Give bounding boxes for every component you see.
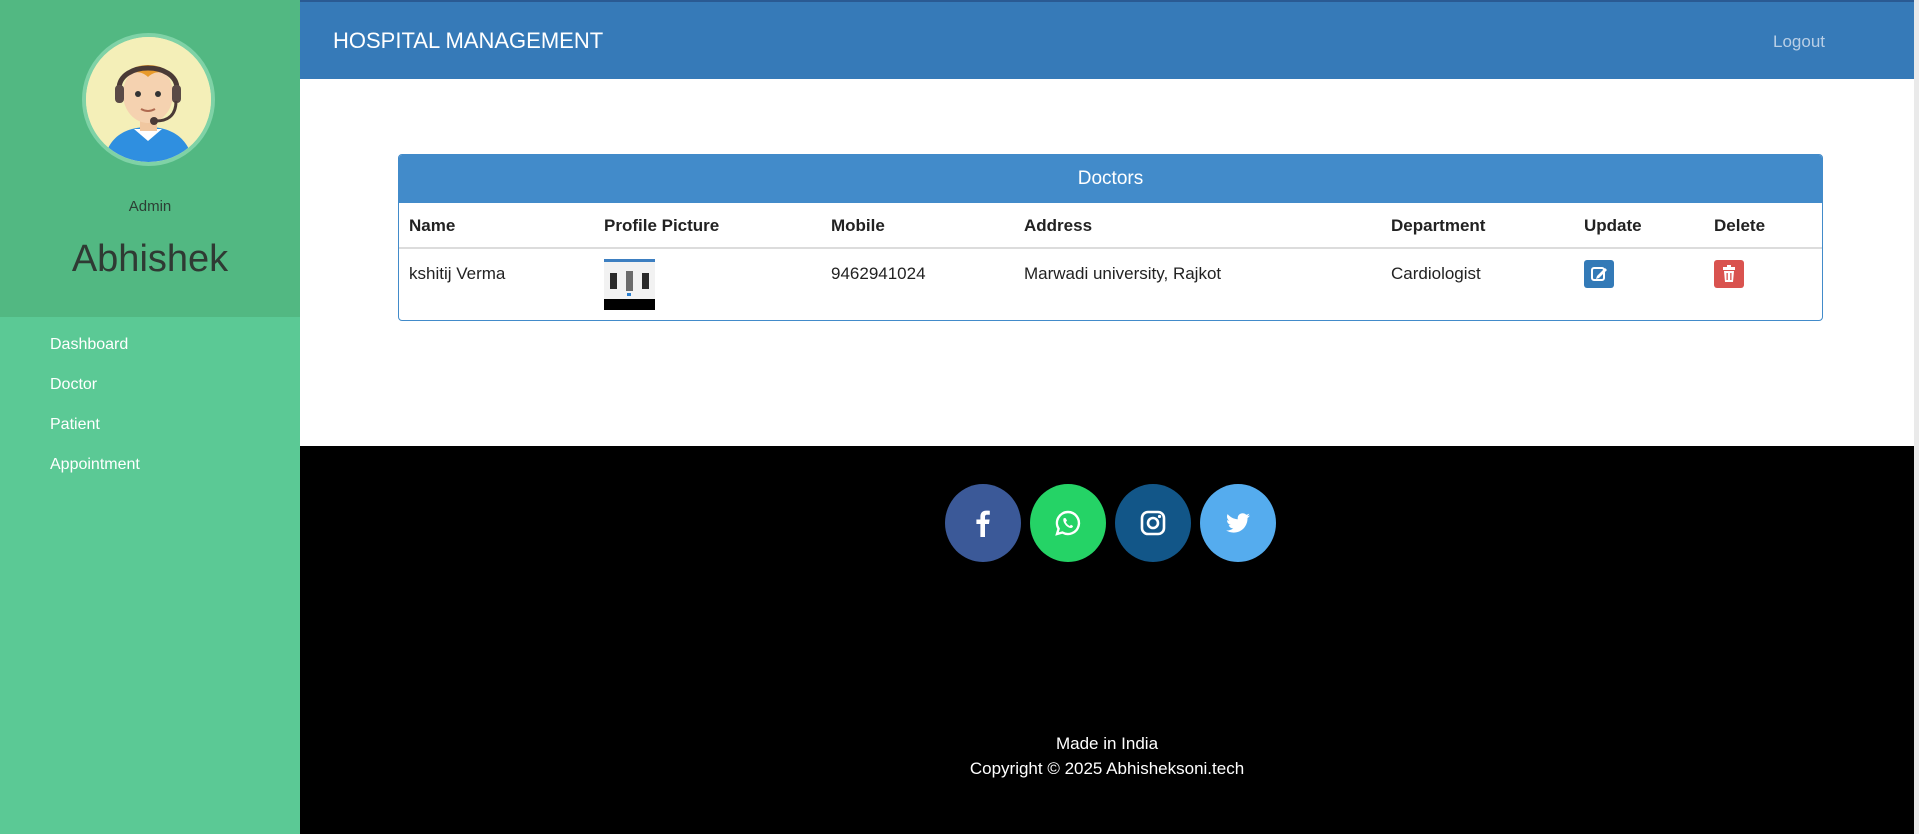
admin-avatar-icon xyxy=(86,37,211,162)
sidebar-item-doctor[interactable]: Doctor xyxy=(50,375,140,415)
footer: Made in India Copyright © 2025 Abhisheks… xyxy=(300,446,1914,834)
facebook-button[interactable] xyxy=(945,484,1021,562)
sidebar: Admin Abhishek Dashboard Doctor Patient … xyxy=(0,0,300,834)
app-title[interactable]: HOSPITAL MANAGEMENT xyxy=(333,28,603,54)
column-header-update: Update xyxy=(1584,216,1642,235)
whatsapp-icon xyxy=(1055,510,1081,536)
sidebar-nav: Dashboard Doctor Patient Appointment xyxy=(50,335,140,495)
twitter-button[interactable] xyxy=(1200,484,1276,562)
header-bar: HOSPITAL MANAGEMENT Logout xyxy=(300,0,1919,79)
admin-avatar xyxy=(82,33,215,166)
column-header-delete: Delete xyxy=(1714,216,1766,235)
instagram-button[interactable] xyxy=(1115,484,1191,562)
column-header-address: Address xyxy=(1024,216,1093,235)
sidebar-item-patient[interactable]: Patient xyxy=(50,415,140,455)
doctor-mobile: 9462941024 xyxy=(831,264,926,283)
sidebar-item-appointment[interactable]: Appointment xyxy=(50,455,140,495)
update-button[interactable] xyxy=(1584,260,1614,288)
sidebar-profile: Admin Abhishek xyxy=(0,0,300,317)
table-row: kshitij Verma 9462941024 Marwadi univers… xyxy=(399,249,1822,320)
twitter-icon xyxy=(1226,513,1250,533)
edit-icon xyxy=(1591,267,1607,281)
column-header-name: Name xyxy=(409,216,456,235)
copyright-text: Copyright © 2025 Abhisheksoni.tech xyxy=(969,759,1245,778)
trash-icon xyxy=(1723,265,1735,282)
admin-name: Abhishek xyxy=(71,238,229,280)
doctor-profile-picture xyxy=(604,259,655,310)
doctor-address: Marwadi university, Rajkot xyxy=(1024,264,1222,283)
doctors-panel-title: Doctors xyxy=(399,155,1822,203)
sidebar-item-dashboard[interactable]: Dashboard xyxy=(50,335,140,375)
column-header-mobile: Mobile xyxy=(831,216,885,235)
logout-link[interactable]: Logout xyxy=(1773,32,1825,52)
table-header: Name Profile Picture Mobile Address Depa… xyxy=(399,203,1822,249)
column-header-department: Department xyxy=(1391,216,1486,235)
whatsapp-button[interactable] xyxy=(1030,484,1106,562)
page-scrollbar[interactable] xyxy=(1914,0,1919,834)
doctors-panel: Doctors Name Profile Picture Mobile Addr… xyxy=(398,154,1823,321)
doctor-department: Cardiologist xyxy=(1391,264,1481,283)
facebook-icon xyxy=(976,510,990,537)
instagram-icon xyxy=(1140,510,1166,536)
delete-button[interactable] xyxy=(1714,260,1744,288)
doctor-name: kshitij Verma xyxy=(409,264,506,283)
admin-role-label: Admin xyxy=(128,198,172,215)
made-in-india-text: Made in India xyxy=(1055,734,1159,753)
column-header-profile-picture: Profile Picture xyxy=(604,216,720,235)
